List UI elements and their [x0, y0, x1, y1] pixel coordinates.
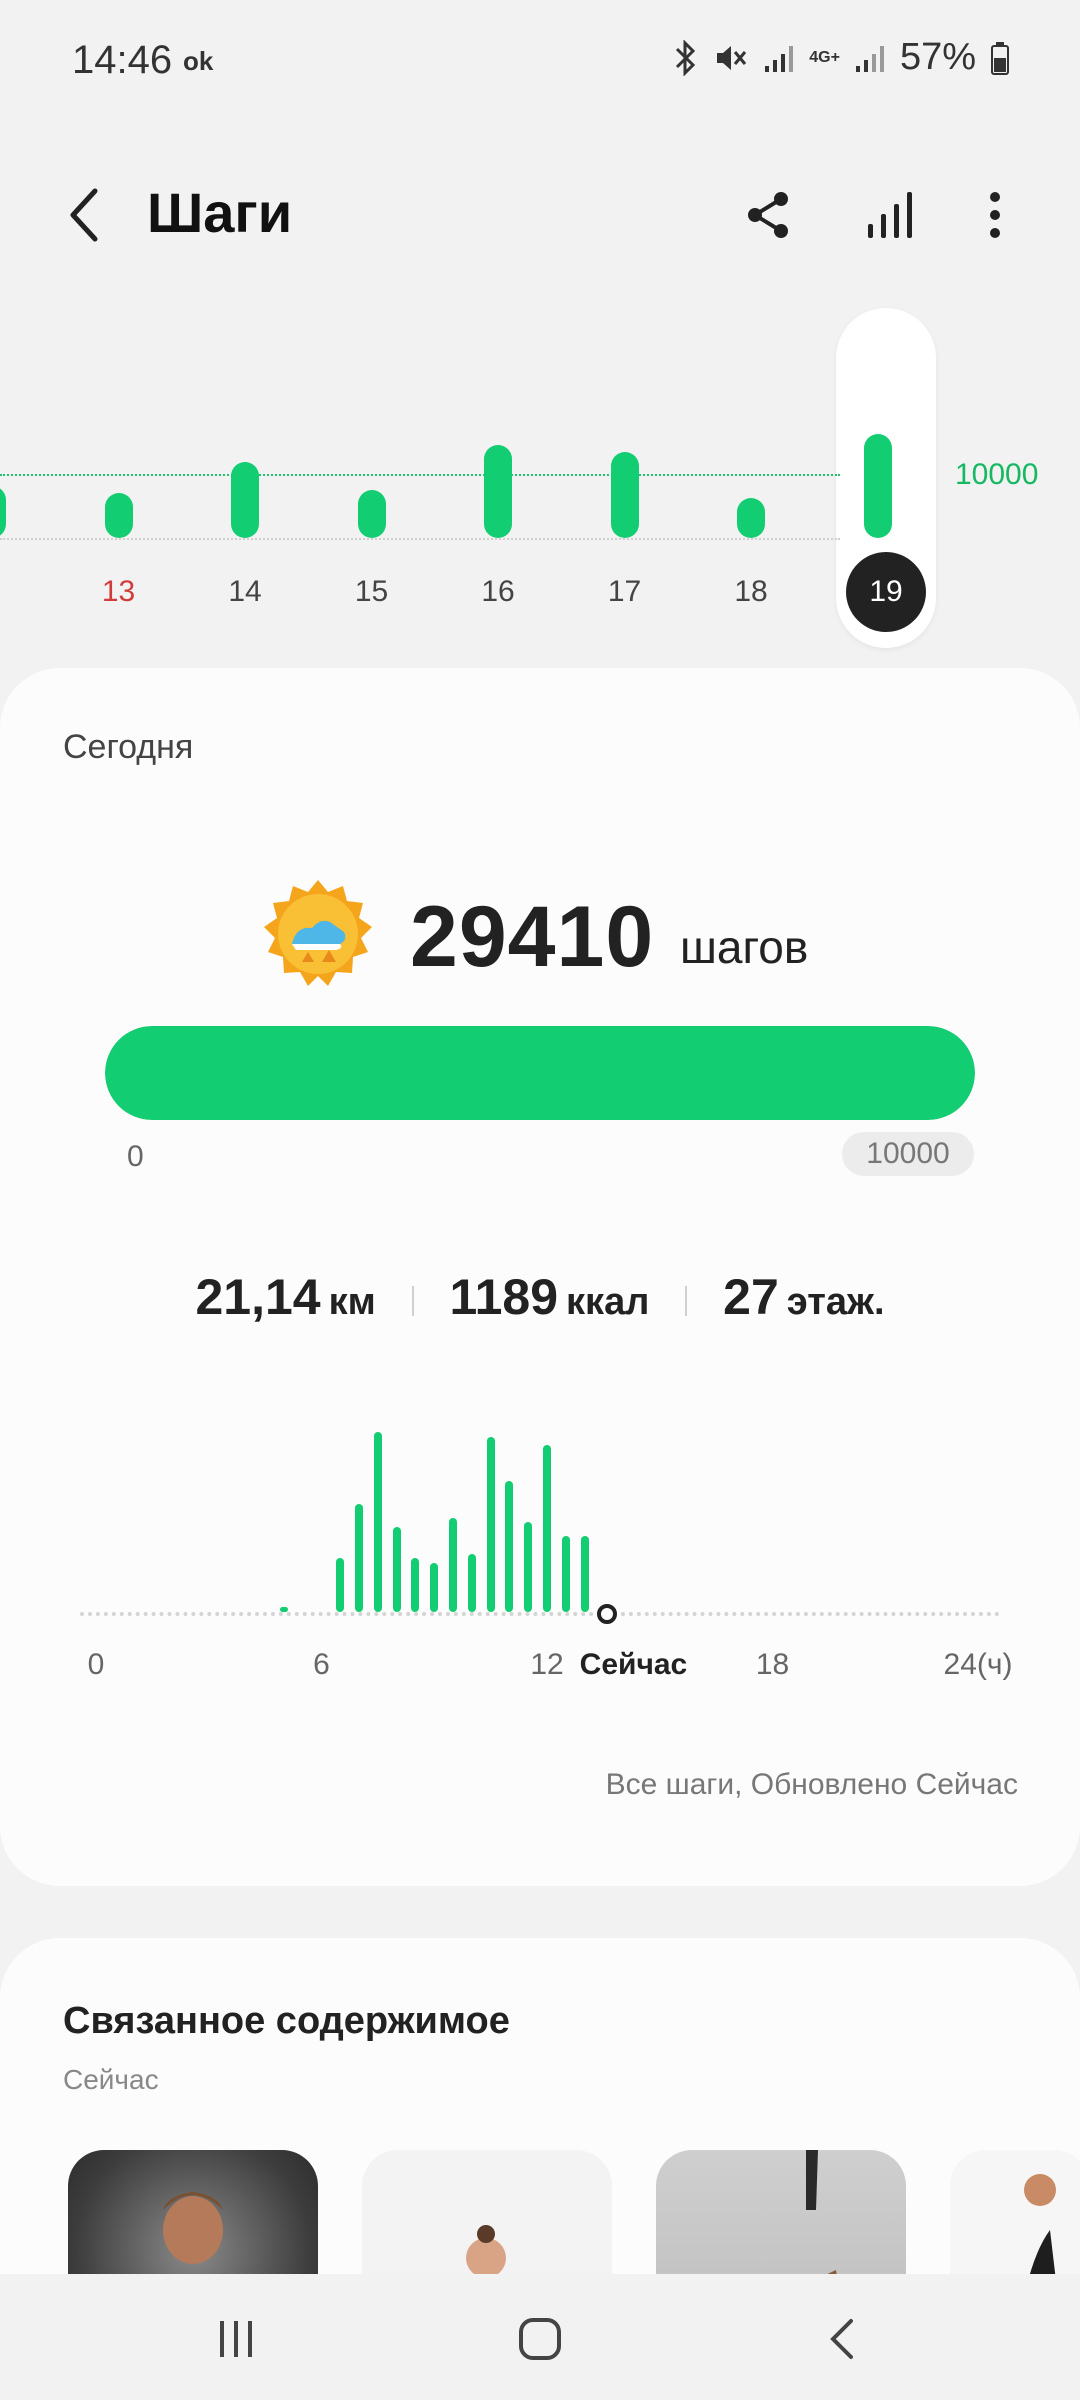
calories-value: 1189 — [449, 1269, 559, 1325]
hour-tick-label: 0 — [87, 1648, 105, 1681]
hourly-baseline — [80, 1612, 1000, 1616]
goal-progress-bar — [105, 1026, 975, 1120]
hour-bar — [411, 1558, 420, 1612]
status-icons: 4G+ 57% — [671, 36, 1010, 79]
sneaker-medal-icon — [264, 880, 372, 986]
signal-icon-2 — [855, 45, 884, 72]
hour-bar — [336, 1558, 345, 1612]
ok-icon: ok — [183, 46, 214, 76]
goal-label: 10000 — [955, 458, 1039, 491]
distance-stat: 21,14 км — [195, 1268, 375, 1326]
status-time: 14:46 — [72, 38, 173, 82]
page-title: Шаги — [147, 181, 293, 244]
bar-chart-icon — [868, 192, 912, 238]
day-label[interactable]: 16 — [458, 575, 538, 609]
hour-tick-label: 12 — [530, 1648, 564, 1681]
day-label[interactable]: 14 — [205, 575, 285, 609]
back-icon — [830, 2319, 853, 2359]
home-button[interactable] — [500, 2304, 580, 2374]
hour-bar — [373, 1432, 382, 1612]
steps-count: 29410 — [410, 889, 655, 985]
day-bar[interactable] — [863, 434, 892, 538]
distance-unit: км — [328, 1281, 376, 1323]
app-bar: Шаги — [0, 160, 1080, 270]
share-icon — [748, 192, 788, 238]
hour-tick-label: 6 — [313, 1648, 330, 1681]
hour-bar — [486, 1437, 495, 1612]
recents-button[interactable] — [196, 2304, 276, 2374]
home-icon — [519, 2318, 561, 2360]
day-bar[interactable] — [610, 451, 639, 538]
calories-stat: 1189 ккал — [450, 1268, 650, 1326]
chevron-left-icon — [70, 188, 98, 242]
bluetooth-icon — [676, 39, 696, 76]
hour-tick-label: 24(ч) — [943, 1648, 1013, 1681]
floors-value: 27 — [723, 1269, 779, 1325]
daily-steps-chart[interactable]: 10000 2 13 14 15 16 17 18 19 — [0, 300, 1080, 660]
stat-divider — [685, 1285, 688, 1316]
day-label[interactable]: 2 — [0, 575, 32, 609]
day-bar[interactable] — [357, 490, 386, 538]
current-time-marker — [597, 1604, 618, 1624]
day-bar[interactable] — [231, 462, 259, 538]
signal-icon — [765, 45, 794, 72]
hour-bar — [580, 1536, 589, 1612]
battery-icon — [991, 41, 1009, 75]
hour-bar — [355, 1504, 364, 1612]
day-label[interactable]: 18 — [711, 575, 791, 609]
trends-button[interactable] — [860, 185, 920, 245]
day-label[interactable]: 17 — [585, 575, 665, 609]
recents-icon — [220, 2321, 252, 2357]
goal-progress-fill — [105, 1026, 975, 1120]
network-type: 4G+ — [809, 48, 840, 66]
more-vert-icon — [990, 192, 1000, 238]
nav-back-button[interactable] — [802, 2304, 882, 2374]
hour-bar — [449, 1518, 458, 1612]
today-card: Сегодня 29410 шагов 0 10000 21,14 км 1189… — [0, 668, 1080, 1886]
floors-unit: этаж. — [786, 1281, 885, 1323]
hour-bar — [467, 1554, 476, 1612]
hour-bar — [561, 1536, 570, 1612]
now-label: Сейчас — [579, 1648, 688, 1681]
hour-bar — [524, 1522, 533, 1612]
calories-unit: ккал — [566, 1281, 650, 1323]
hour-bar — [279, 1606, 288, 1612]
status-bar: 14:46 ok 4G+ 57% — [0, 0, 1080, 120]
battery-percent: 57% — [899, 36, 976, 78]
floors-stat: 27 этаж. — [723, 1268, 884, 1326]
day-label[interactable]: 13 — [79, 575, 159, 609]
mute-icon — [717, 45, 747, 70]
hour-bar — [430, 1563, 439, 1612]
day-label[interactable]: 15 — [332, 575, 412, 609]
distance-value: 21,14 — [195, 1269, 321, 1325]
updated-text: Все шаги, Обновлено Сейчас — [605, 1768, 1018, 1801]
progress-max-label: 10000 — [842, 1132, 974, 1176]
related-subtitle: Сейчас — [63, 2064, 159, 2095]
hourly-steps-chart[interactable]: 0 6 12 Сейчас 18 24(ч) — [80, 1432, 1013, 1708]
day-bar[interactable] — [104, 493, 133, 538]
progress-min-label: 0 — [127, 1140, 144, 1173]
steps-unit: шагов — [680, 921, 809, 973]
stat-divider — [411, 1285, 414, 1316]
more-options-button[interactable] — [965, 185, 1025, 245]
hour-bar — [505, 1480, 514, 1612]
back-button[interactable] — [55, 185, 115, 245]
hour-bar — [392, 1527, 401, 1612]
stats-row: 21,14 км 1189 ккал 27 этаж. — [0, 1268, 1080, 1326]
goal-line — [0, 474, 840, 476]
system-nav-bar — [0, 2274, 1080, 2400]
day-bar[interactable] — [0, 485, 6, 538]
today-label: Сегодня — [63, 728, 194, 766]
selected-day-label[interactable]: 19 — [846, 552, 926, 632]
day-bar[interactable] — [484, 445, 512, 538]
hour-tick-label: 18 — [755, 1648, 790, 1681]
day-bar[interactable] — [737, 498, 765, 538]
related-title[interactable]: Связанное содержимое — [63, 2000, 510, 2043]
hour-bar — [543, 1444, 551, 1612]
share-button[interactable] — [738, 185, 798, 245]
baseline — [0, 538, 840, 540]
